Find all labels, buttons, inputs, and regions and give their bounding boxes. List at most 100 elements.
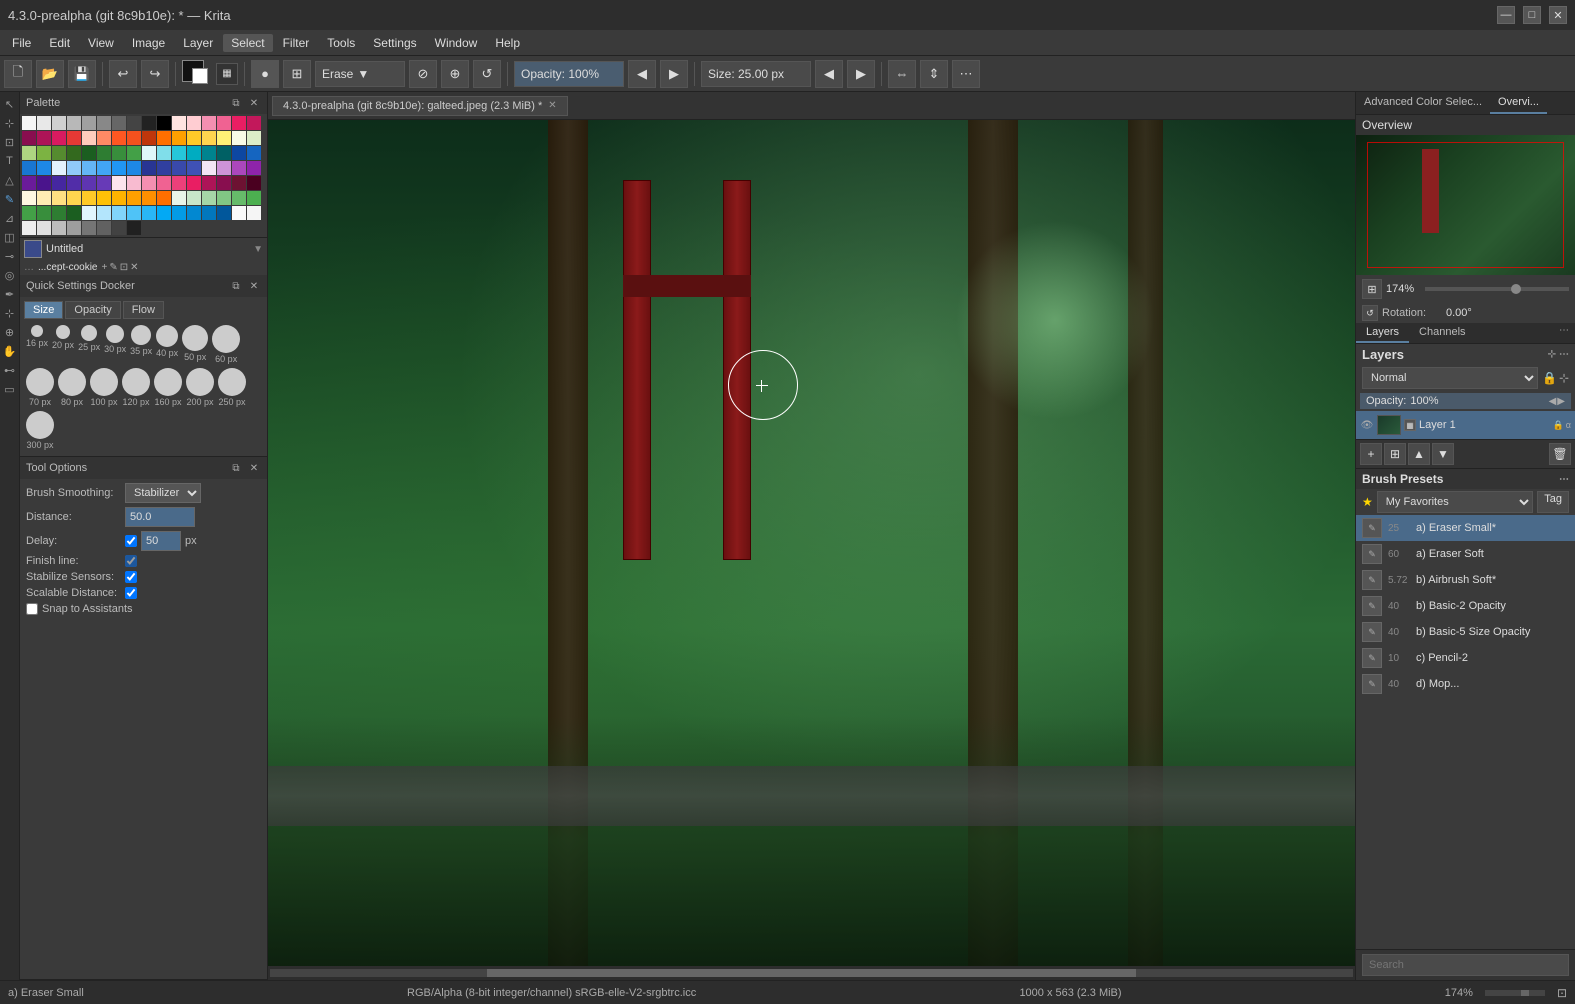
layer-lock-btn[interactable]: 🔒 (1553, 420, 1564, 431)
scalable-check[interactable] (125, 587, 137, 599)
swatch-113[interactable] (37, 221, 51, 235)
swatch-51[interactable] (67, 161, 81, 175)
tool-smart-patch[interactable]: ◎ (2, 267, 18, 283)
brush-item-4[interactable]: ✎ 40 b) Basic-5 Size Opacity (1356, 619, 1575, 645)
resource-add-btn[interactable]: + (101, 262, 107, 273)
swatch-23[interactable] (127, 131, 141, 145)
brush-search-input[interactable] (1362, 954, 1569, 976)
swatch-97[interactable] (37, 206, 51, 220)
swatch-43[interactable] (187, 146, 201, 160)
swatch-5[interactable] (97, 116, 111, 130)
swatch-68[interactable] (82, 176, 96, 190)
layers-settings-btn[interactable]: ⋯ (1555, 325, 1573, 341)
refresh-button[interactable]: ↺ (473, 60, 501, 88)
swatch-2[interactable] (52, 116, 66, 130)
layers-more-btn[interactable]: ⋯ (1559, 349, 1569, 360)
tool-path[interactable]: ✒ (2, 286, 18, 302)
swatch-59[interactable] (187, 161, 201, 175)
delay-input[interactable] (141, 531, 181, 551)
swatch-48[interactable] (22, 161, 36, 175)
swatch-12[interactable] (202, 116, 216, 130)
brush-size-100[interactable]: 100 px (90, 368, 118, 407)
swatch-6[interactable] (112, 116, 126, 130)
color-pair[interactable] (182, 60, 212, 88)
opacity-down[interactable]: ◀ (628, 60, 656, 88)
swatch-117[interactable] (97, 221, 111, 235)
brush-size-30[interactable]: 30 px (104, 325, 126, 364)
brush-size-35[interactable]: 35 px (130, 325, 152, 364)
more-options[interactable]: ⋯ (952, 60, 980, 88)
swatch-14[interactable] (232, 116, 246, 130)
swatch-75[interactable] (187, 176, 201, 190)
layer-move-up-btn[interactable]: ▲ (1408, 443, 1430, 465)
swatch-44[interactable] (202, 146, 216, 160)
swatch-55[interactable] (127, 161, 141, 175)
menu-item-layer[interactable]: Layer (175, 34, 221, 52)
menu-item-settings[interactable]: Settings (365, 34, 424, 52)
tab-advanced-color[interactable]: Advanced Color Selec... (1356, 92, 1490, 114)
swatch-9[interactable] (157, 116, 171, 130)
brush-size-250[interactable]: 250 px (218, 368, 246, 407)
swatch-60[interactable] (202, 161, 216, 175)
swatch-87[interactable] (127, 191, 141, 205)
swatch-84[interactable] (82, 191, 96, 205)
to-close-btn[interactable]: ✕ (247, 461, 261, 475)
swatch-114[interactable] (52, 221, 66, 235)
swatch-0[interactable] (22, 116, 36, 130)
mirror-h[interactable]: ⇔ (888, 60, 916, 88)
layer-row[interactable]: 👁 ▦ Layer 1 🔒 α (1356, 411, 1575, 439)
swatch-32[interactable] (22, 146, 36, 160)
brush-size-120[interactable]: 120 px (122, 368, 150, 407)
status-zoom-slider[interactable] (1485, 990, 1545, 996)
swatch-110[interactable] (232, 206, 246, 220)
qs-tab-size[interactable]: Size (24, 301, 63, 319)
brush-size-50[interactable]: 50 px (182, 325, 208, 364)
tool-cursor[interactable]: ↖ (2, 96, 18, 112)
swatch-63[interactable] (247, 161, 261, 175)
swatch-93[interactable] (217, 191, 231, 205)
swatch-78[interactable] (232, 176, 246, 190)
swatch-61[interactable] (217, 161, 231, 175)
swatch-17[interactable] (37, 131, 51, 145)
brush-size-200[interactable]: 200 px (186, 368, 214, 407)
maximize-button[interactable]: □ (1523, 6, 1541, 24)
swatch-11[interactable] (187, 116, 201, 130)
swatch-70[interactable] (112, 176, 126, 190)
swatch-35[interactable] (67, 146, 81, 160)
blend-filter-btn[interactable]: ⊹ (1559, 371, 1569, 385)
swatch-47[interactable] (247, 146, 261, 160)
swatch-50[interactable] (52, 161, 66, 175)
swatch-89[interactable] (157, 191, 171, 205)
minimize-button[interactable]: — (1497, 6, 1515, 24)
swatch-22[interactable] (112, 131, 126, 145)
swatch-46[interactable] (232, 146, 246, 160)
swatch-24[interactable] (142, 131, 156, 145)
mirror-v[interactable]: ⇕ (920, 60, 948, 88)
swatch-36[interactable] (82, 146, 96, 160)
tool-pan[interactable]: ✋ (2, 343, 18, 359)
zoom-thumb[interactable] (1511, 284, 1521, 294)
swatch-109[interactable] (217, 206, 231, 220)
swatch-21[interactable] (97, 131, 111, 145)
swatch-58[interactable] (172, 161, 186, 175)
swatch-38[interactable] (112, 146, 126, 160)
swatch-56[interactable] (142, 161, 156, 175)
size-down[interactable]: ◀ (815, 60, 843, 88)
layer-group-btn[interactable]: ⊞ (1384, 443, 1406, 465)
swatch-82[interactable] (52, 191, 66, 205)
tab-overview[interactable]: Overvi... (1490, 92, 1547, 114)
background-color[interactable] (192, 68, 208, 84)
menu-item-filter[interactable]: Filter (275, 34, 318, 52)
brush-item-2[interactable]: ✎ 5.72 b) Airbrush Soft* (1356, 567, 1575, 593)
swatch-99[interactable] (67, 206, 81, 220)
swatch-91[interactable] (187, 191, 201, 205)
erase-dropdown[interactable]: Erase ▼ (315, 61, 405, 87)
brush-item-0[interactable]: ✎ 25 a) Eraser Small* (1356, 515, 1575, 541)
resource-copy-btn[interactable]: ⊡ (120, 262, 128, 273)
swatch-100[interactable] (82, 206, 96, 220)
swatch-66[interactable] (52, 176, 66, 190)
menu-item-help[interactable]: Help (487, 34, 528, 52)
opacity-up[interactable]: ▶ (660, 60, 688, 88)
swatch-101[interactable] (97, 206, 111, 220)
tool-select-rect[interactable]: ▭ (2, 381, 18, 397)
